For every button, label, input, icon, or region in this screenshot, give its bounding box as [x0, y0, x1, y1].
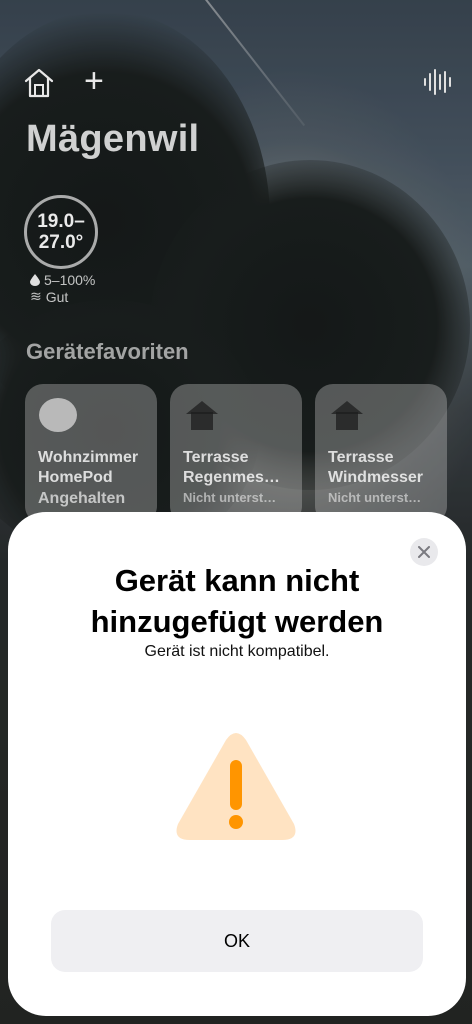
- tile-status: Nicht unterst…: [183, 490, 277, 505]
- house-icon: [186, 401, 218, 430]
- dialog-subtitle: Gerät ist nicht kompatibel.: [144, 643, 330, 660]
- wind-icon: ≋: [30, 288, 42, 304]
- tile-name: Windmesser: [328, 469, 423, 486]
- home-icon: [24, 68, 54, 98]
- temp-min: 19.0–: [37, 211, 85, 232]
- temp-max: 27.0°: [38, 232, 84, 253]
- siri-button[interactable]: [422, 67, 452, 97]
- tile-name: Wohnzimmer: [38, 449, 139, 466]
- warning-icon: [176, 733, 296, 840]
- air-quality-status: ≋ Gut: [30, 288, 69, 305]
- error-dialog: Gerät kann nicht hinzugefügt werden Gerä…: [8, 512, 466, 1016]
- plus-icon: +: [84, 62, 104, 100]
- add-button[interactable]: +: [84, 64, 112, 98]
- tile-name: Terrasse: [328, 449, 394, 466]
- favorite-tile-rain-gauge[interactable]: Terrasse Regenmes… Nicht unterst…: [170, 384, 302, 524]
- tile-status: Angehalten: [38, 490, 126, 507]
- favorite-tile-anemometer[interactable]: Terrasse Windmesser Nicht unterst…: [315, 384, 447, 524]
- droplet-icon: [30, 274, 40, 286]
- favorite-tile-homepod[interactable]: Wohnzimmer HomePod Angehalten: [25, 384, 157, 524]
- waveform-icon: [424, 69, 451, 95]
- tile-name: HomePod: [38, 469, 113, 486]
- home-button[interactable]: [22, 66, 56, 100]
- homepod-mini-icon: [39, 398, 77, 432]
- ok-button[interactable]: OK: [51, 910, 423, 972]
- favorites-section-title: Gerätefavoriten: [26, 339, 189, 364]
- close-icon: [418, 546, 430, 558]
- tile-status: Nicht unterst…: [328, 490, 422, 505]
- weather-widget[interactable]: 19.0– 27.0°: [24, 195, 98, 269]
- home-title: Mägenwil: [26, 118, 200, 160]
- house-icon: [331, 401, 363, 430]
- humidity-status: 5–100%: [30, 272, 95, 288]
- dialog-title: Gerät kann nicht hinzugefügt werden: [90, 563, 384, 639]
- tile-name: Terrasse: [183, 449, 249, 466]
- tile-name: Regenmes…: [183, 469, 280, 486]
